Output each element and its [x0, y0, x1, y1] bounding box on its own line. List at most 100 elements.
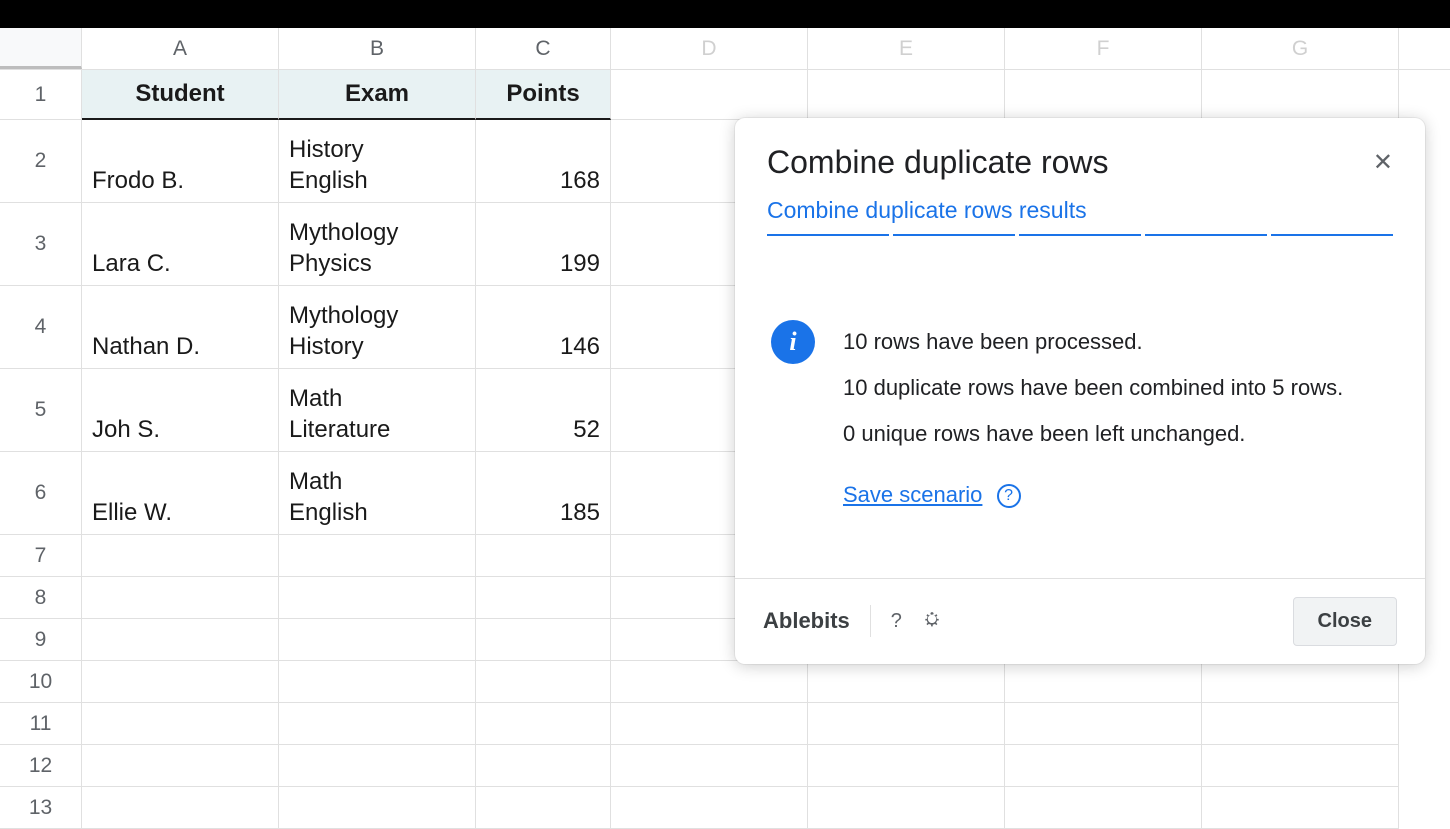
- cell[interactable]: [1005, 745, 1202, 787]
- row-header[interactable]: 5: [0, 369, 82, 452]
- cell-exam[interactable]: History English: [279, 120, 476, 203]
- cell[interactable]: [808, 787, 1005, 829]
- cell-exam[interactable]: Mythology History: [279, 286, 476, 369]
- cell[interactable]: [808, 703, 1005, 745]
- result-messages: 10 rows have been processed. 10 duplicat…: [843, 326, 1343, 508]
- divider: [870, 605, 871, 637]
- row-header[interactable]: 6: [0, 452, 82, 535]
- cell-points[interactable]: 168: [476, 120, 611, 203]
- cell[interactable]: [476, 535, 611, 577]
- row-header[interactable]: 9: [0, 619, 82, 661]
- cell[interactable]: [82, 787, 279, 829]
- cell[interactable]: [1005, 703, 1202, 745]
- cell[interactable]: [1202, 661, 1399, 703]
- dialog-footer: Ablebits ? Close: [735, 578, 1425, 664]
- help-icon[interactable]: ?: [997, 484, 1021, 508]
- cell[interactable]: [279, 787, 476, 829]
- cell[interactable]: [611, 70, 808, 120]
- cell[interactable]: [279, 661, 476, 703]
- cell[interactable]: [1005, 787, 1202, 829]
- save-scenario-link[interactable]: Save scenario: [843, 482, 982, 507]
- cell[interactable]: [279, 535, 476, 577]
- table-row: 1 Student Exam Points: [0, 70, 1450, 120]
- close-icon[interactable]: ✕: [1373, 151, 1393, 175]
- cell[interactable]: [279, 619, 476, 661]
- cell-points[interactable]: 185: [476, 452, 611, 535]
- cell[interactable]: [82, 703, 279, 745]
- col-header-g[interactable]: G: [1202, 28, 1399, 69]
- row-header[interactable]: 11: [0, 703, 82, 745]
- window-topbar: [0, 0, 1450, 28]
- row-header[interactable]: 4: [0, 286, 82, 369]
- row-header[interactable]: 1: [0, 70, 82, 120]
- cell[interactable]: [82, 619, 279, 661]
- cell[interactable]: [1005, 70, 1202, 120]
- row-header[interactable]: 13: [0, 787, 82, 829]
- table-row: 12: [0, 745, 1450, 787]
- header-cell-student[interactable]: Student: [82, 70, 279, 120]
- cell[interactable]: [476, 745, 611, 787]
- cell[interactable]: [611, 745, 808, 787]
- select-all-corner[interactable]: [0, 28, 82, 69]
- cell[interactable]: [82, 745, 279, 787]
- dialog-tabs: Combine duplicate rows results: [735, 181, 1425, 236]
- cell[interactable]: [808, 745, 1005, 787]
- cell[interactable]: [476, 703, 611, 745]
- cell[interactable]: [1202, 745, 1399, 787]
- cell[interactable]: [1202, 70, 1399, 120]
- close-button[interactable]: Close: [1293, 597, 1397, 646]
- row-header[interactable]: 8: [0, 577, 82, 619]
- question-icon[interactable]: ?: [891, 610, 902, 633]
- cell-student[interactable]: Frodo B.: [82, 120, 279, 203]
- cell[interactable]: [611, 787, 808, 829]
- col-header-a[interactable]: A: [82, 28, 279, 69]
- cell[interactable]: [808, 70, 1005, 120]
- tab-results[interactable]: Combine duplicate rows results: [767, 197, 1087, 232]
- row-header[interactable]: 3: [0, 203, 82, 286]
- header-cell-points[interactable]: Points: [476, 70, 611, 120]
- dialog-title: Combine duplicate rows: [767, 144, 1109, 181]
- result-line-1: 10 rows have been processed.: [843, 326, 1343, 358]
- row-header[interactable]: 12: [0, 745, 82, 787]
- cell[interactable]: [279, 703, 476, 745]
- cell[interactable]: [611, 661, 808, 703]
- column-headers-row: A B C D E F G: [0, 28, 1450, 70]
- cell-points[interactable]: 52: [476, 369, 611, 452]
- col-header-d[interactable]: D: [611, 28, 808, 69]
- cell-exam[interactable]: Math English: [279, 452, 476, 535]
- header-cell-exam[interactable]: Exam: [279, 70, 476, 120]
- row-header[interactable]: 10: [0, 661, 82, 703]
- save-scenario-row: Save scenario ?: [843, 482, 1343, 508]
- row-header[interactable]: 7: [0, 535, 82, 577]
- cell[interactable]: [476, 577, 611, 619]
- cell[interactable]: [82, 577, 279, 619]
- col-header-b[interactable]: B: [279, 28, 476, 69]
- cell[interactable]: [611, 703, 808, 745]
- col-header-c[interactable]: C: [476, 28, 611, 69]
- cell-student[interactable]: Joh S.: [82, 369, 279, 452]
- cell[interactable]: [476, 787, 611, 829]
- info-icon: i: [771, 320, 815, 364]
- col-header-e[interactable]: E: [808, 28, 1005, 69]
- cell[interactable]: [82, 535, 279, 577]
- row-header[interactable]: 2: [0, 120, 82, 203]
- cell[interactable]: [476, 619, 611, 661]
- cell-points[interactable]: 199: [476, 203, 611, 286]
- cell[interactable]: [808, 661, 1005, 703]
- cell[interactable]: [279, 577, 476, 619]
- bug-icon[interactable]: [922, 608, 942, 634]
- cell[interactable]: [82, 661, 279, 703]
- col-header-f[interactable]: F: [1005, 28, 1202, 69]
- cell-exam[interactable]: Mythology Physics: [279, 203, 476, 286]
- cell[interactable]: [1202, 787, 1399, 829]
- cell[interactable]: [476, 661, 611, 703]
- cell-student[interactable]: Lara C.: [82, 203, 279, 286]
- cell-exam[interactable]: Math Literature: [279, 369, 476, 452]
- cell-student[interactable]: Ellie W.: [82, 452, 279, 535]
- cell-student[interactable]: Nathan D.: [82, 286, 279, 369]
- cell[interactable]: [1202, 703, 1399, 745]
- cell-points[interactable]: 146: [476, 286, 611, 369]
- cell[interactable]: [1005, 661, 1202, 703]
- result-line-2: 10 duplicate rows have been combined int…: [843, 372, 1343, 404]
- cell[interactable]: [279, 745, 476, 787]
